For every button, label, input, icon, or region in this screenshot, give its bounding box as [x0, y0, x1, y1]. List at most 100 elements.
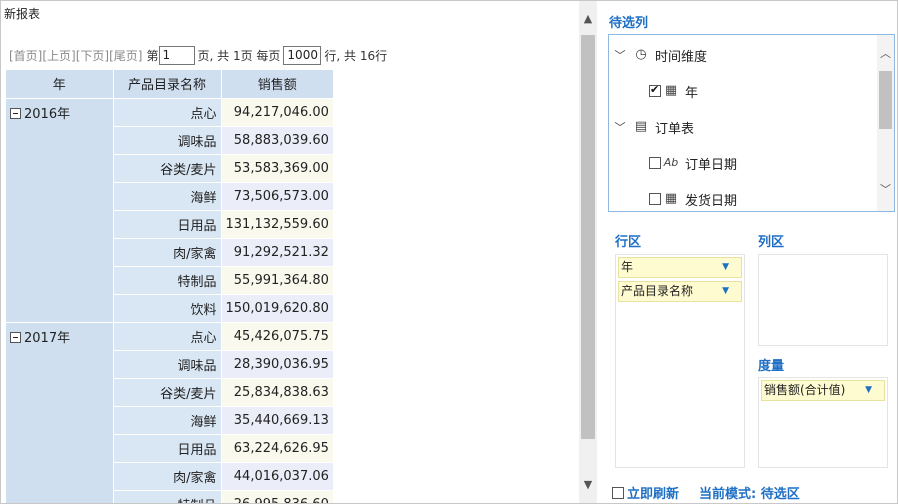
mode-label: 当前模式: 待选区 — [699, 487, 800, 502]
table-icon: ▤ — [634, 119, 648, 134]
sales-cell: 26,995,836.60 — [221, 490, 334, 503]
sales-cell: 55,991,364.80 — [221, 266, 334, 295]
calendar-icon: ▦ — [664, 83, 678, 98]
category-cell: 谷类/麦片 — [113, 378, 222, 407]
row-chip-year[interactable]: 年 ▼ — [618, 257, 742, 278]
scroll-thumb[interactable] — [581, 35, 595, 439]
field-tree: ﹀ ◷ 时间维度 ▦ 年 ﹀ ▤ 订单表 Ab 订单日期 ▦ — [608, 34, 895, 212]
checkbox-order-date[interactable] — [649, 157, 661, 169]
category-cell: 海鲜 — [113, 182, 222, 211]
column-header-year[interactable]: 年 — [6, 70, 114, 99]
dropdown-arrow-icon[interactable]: ▼ — [722, 282, 729, 301]
chevron-down-icon[interactable]: ﹀ — [877, 181, 894, 197]
scroll-up-icon[interactable]: ▲ — [579, 10, 597, 28]
tree-scrollbar[interactable]: ︿ ﹀ — [877, 35, 894, 211]
year-group-cell: 2017年 — [6, 322, 114, 503]
page-info-label: 页, 共 1页 每页 — [197, 48, 281, 63]
measure-chip-sales[interactable]: 销售额(合计值) ▼ — [761, 380, 885, 401]
row-chip-category[interactable]: 产品目录名称 ▼ — [618, 281, 742, 302]
category-cell: 谷类/麦片 — [113, 154, 222, 183]
column-zone-title: 列区 — [758, 235, 785, 250]
refresh-label[interactable]: 立即刷新 — [627, 483, 679, 502]
last-page-link[interactable]: [尾页] — [109, 47, 142, 64]
tree-label: 时间维度 — [655, 49, 708, 65]
category-cell: 特制品 — [113, 266, 222, 295]
tree-label: 发货日期 — [685, 193, 738, 209]
tree-label: 年 — [685, 85, 699, 101]
category-cell: 饮料 — [113, 294, 222, 323]
tree-node-ship-date[interactable]: ▦ 发货日期 — [649, 188, 737, 210]
year-group-cell: 2016年 — [6, 98, 114, 323]
pager: [首页] [上页] [下页] [尾页] 第 1 页, 共 1页 每页 1000 … — [9, 45, 387, 65]
report-area: 新报表 [首页] [上页] [下页] [尾页] 第 1 页, 共 1页 每页 1… — [1, 1, 579, 503]
calendar-icon: ▦ — [664, 191, 678, 206]
sales-cell: 58,883,039.60 — [221, 126, 334, 155]
category-cell: 日用品 — [113, 434, 222, 463]
current-page-input[interactable]: 1 — [158, 45, 195, 65]
dropdown-arrow-icon[interactable]: ▼ — [722, 258, 729, 277]
measure-zone[interactable]: 销售额(合计值) ▼ — [758, 377, 888, 468]
column-header-category[interactable]: 产品目录名称 — [113, 70, 222, 99]
chevron-down-icon[interactable]: ﹀ — [613, 119, 627, 135]
refresh-checkbox[interactable] — [612, 486, 624, 499]
tree-label: 订单表 — [655, 121, 695, 137]
dropdown-arrow-icon[interactable]: ▼ — [865, 381, 872, 400]
tree-node-order-date[interactable]: Ab 订单日期 — [649, 152, 737, 174]
report-designer: 新报表 [首页] [上页] [下页] [尾页] 第 1 页, 共 1页 每页 1… — [0, 0, 898, 504]
sales-cell: 63,224,626.95 — [221, 434, 334, 463]
sales-cell: 150,019,620.80 — [221, 294, 334, 323]
chip-label: 产品目录名称 — [621, 284, 694, 298]
prev-page-link[interactable]: [上页] — [42, 47, 75, 64]
tree-node-year[interactable]: ▦ 年 — [649, 80, 698, 102]
sales-cell: 28,390,036.95 — [221, 350, 334, 379]
row-info-label: 行, 共 16行 — [324, 48, 388, 63]
sales-cell: 91,292,521.32 — [221, 238, 334, 267]
next-page-link[interactable]: [下页] — [76, 47, 109, 64]
category-cell: 肉/家禽 — [113, 462, 222, 491]
scroll-down-icon[interactable]: ▼ — [579, 476, 597, 494]
report-title: 新报表 — [4, 7, 41, 21]
field-panel: 待选列 ﹀ ◷ 时间维度 ▦ 年 ﹀ ▤ 订单表 Ab 订单日期 — [598, 1, 897, 503]
chip-label: 年 — [621, 260, 634, 274]
column-header-sales[interactable]: 销售额 — [221, 70, 334, 99]
report-scrollbar[interactable]: ▲ ▼ — [579, 1, 597, 503]
sales-cell: 53,583,369.00 — [221, 154, 334, 183]
clock-icon: ◷ — [635, 47, 647, 62]
sales-cell: 73,506,573.00 — [221, 182, 334, 211]
checkbox-ship-date[interactable] — [649, 193, 661, 205]
sales-cell: 44,016,037.06 — [221, 462, 334, 491]
category-cell: 调味品 — [113, 350, 222, 379]
chevron-up-icon[interactable]: ︿ — [877, 45, 894, 61]
report-table: 年 产品目录名称 销售额 2016年 点心 94,217,046.00 调味品 5… — [6, 70, 334, 503]
sales-cell: 25,834,838.63 — [221, 378, 334, 407]
collapse-icon[interactable] — [10, 331, 21, 343]
collapse-icon[interactable] — [10, 107, 21, 119]
row-zone[interactable]: 年 ▼ 产品目录名称 ▼ — [615, 254, 745, 468]
category-cell: 点心 — [113, 322, 222, 351]
column-zone[interactable] — [758, 254, 888, 346]
year-label: 2016年 — [24, 106, 71, 122]
candidates-title: 待选列 — [609, 16, 649, 31]
category-cell: 肉/家禽 — [113, 238, 222, 267]
panel-footer: 立即刷新 当前模式: 待选区 — [612, 483, 800, 502]
measure-zone-title: 度量 — [758, 359, 785, 374]
category-cell: 特制品 — [113, 490, 222, 503]
category-cell: 海鲜 — [113, 406, 222, 435]
tree-node-order-table[interactable]: ﹀ ▤ 订单表 — [613, 116, 695, 138]
tree-scroll-thumb[interactable] — [879, 71, 892, 129]
year-label: 2017年 — [24, 330, 71, 346]
category-cell: 点心 — [113, 98, 222, 127]
row-zone-title: 行区 — [615, 235, 642, 250]
checkbox-year[interactable] — [649, 83, 661, 97]
text-field-icon: Ab — [663, 156, 679, 169]
chevron-down-icon[interactable]: ﹀ — [613, 47, 627, 63]
category-cell: 日用品 — [113, 210, 222, 239]
sales-cell: 94,217,046.00 — [221, 98, 334, 127]
page-size-input[interactable]: 1000 — [283, 45, 322, 65]
page-prefix-label: 第 — [146, 48, 159, 63]
sales-cell: 45,426,075.75 — [221, 322, 334, 351]
tree-node-time-dimension[interactable]: ﹀ ◷ 时间维度 — [613, 44, 708, 66]
sales-cell: 131,132,559.60 — [221, 210, 334, 239]
first-page-link[interactable]: [首页] — [9, 47, 42, 64]
category-cell: 调味品 — [113, 126, 222, 155]
